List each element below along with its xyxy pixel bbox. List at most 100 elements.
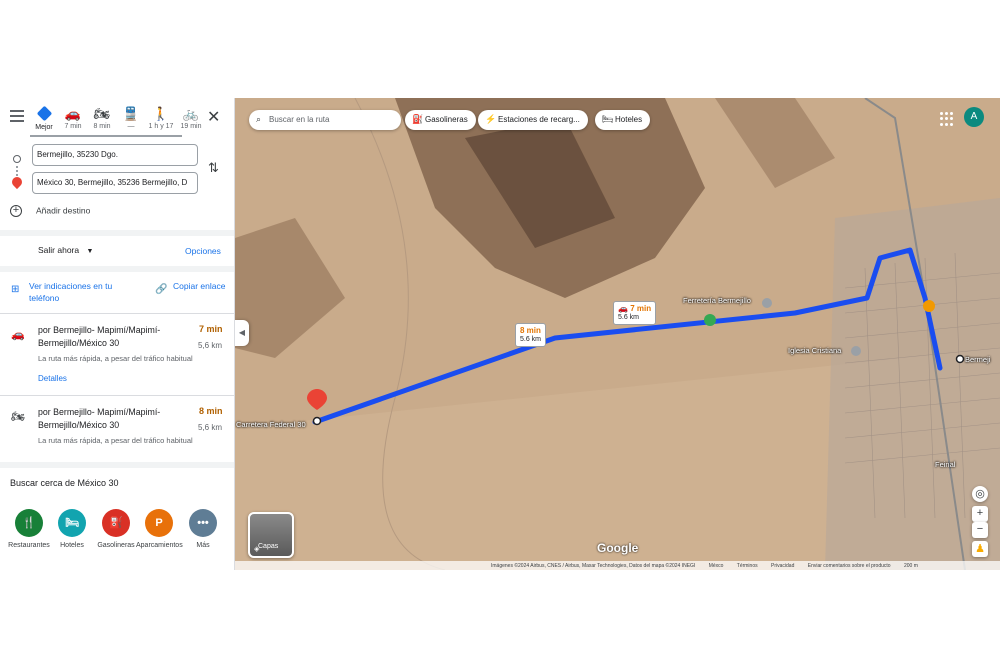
zoom-in-button[interactable]: + (972, 506, 988, 522)
restaurant-icon: 🍴 (15, 509, 43, 537)
divider (0, 230, 234, 236)
motorcycle-icon: 🏍 (11, 411, 25, 423)
gas-station-icon: ⛽ (412, 114, 424, 124)
mode-label: Mejor (35, 124, 53, 131)
copy-link-label: Copiar enlace (173, 281, 226, 291)
feedback-link[interactable]: Enviar comentarios sobre el producto (808, 563, 891, 569)
transit-icon: 🚆 (122, 106, 140, 121)
mode-car[interactable]: 🚗 7 min (58, 106, 88, 132)
divider (0, 462, 234, 468)
callout-time: 🚗 7 min (618, 304, 651, 313)
destination-pin-icon (9, 174, 25, 190)
divider (0, 266, 234, 272)
collapse-panel-button[interactable]: ◀ (235, 320, 249, 346)
mode-label: 8 min (93, 123, 111, 130)
chip-gas-stations[interactable]: ⛽ Gasolineras (405, 110, 476, 130)
nearby-title: Buscar cerca de México 30 (10, 478, 119, 488)
google-logo: Google (597, 541, 639, 555)
plus-icon: + (10, 205, 22, 217)
nearby-label: Aparcamientos (136, 542, 183, 549)
copy-link[interactable]: 🔗 Copiar enlace (155, 280, 228, 295)
hotel-icon: 🛏 (58, 509, 86, 537)
add-destination-label: Añadir destino (36, 205, 91, 216)
route-callout-alt[interactable]: 8 min 5.6 km (515, 323, 547, 347)
map-label-start: Carretera Federal 30 (236, 420, 306, 429)
add-destination-button[interactable]: + Añadir destino (10, 205, 90, 217)
leave-now-label: Salir ahora (38, 245, 80, 255)
nearby-label: Más (196, 542, 210, 549)
motorcycle-icon: 🏍 (93, 106, 111, 121)
satellite-imagery (235, 98, 1000, 570)
nearby-parking[interactable]: P Aparcamientos (136, 509, 183, 550)
route-details-link[interactable]: Detalles (38, 374, 67, 383)
bicycle-icon: 🚲 (182, 106, 200, 121)
route-name: por Bermejillo- Mapimí/Mapimí-Bermejillo… (38, 325, 161, 348)
region-link[interactable]: Méxco (709, 563, 724, 569)
charging-station-icon: ⚡ (485, 114, 497, 124)
zoom-out-button[interactable]: − (972, 522, 988, 538)
route-time: 8 min (199, 406, 223, 416)
route-search-input[interactable]: ⌕ Buscar en la ruta (249, 110, 401, 130)
nearby-more[interactable]: ••• Más (180, 509, 226, 550)
route-note: La ruta más rápida, a pesar del tráfico … (38, 354, 193, 363)
route-dots-icon (16, 166, 18, 176)
swap-icon[interactable]: ⇅ (208, 160, 219, 176)
route-time: 7 min (199, 324, 223, 334)
leave-now-dropdown[interactable]: Salir ahora ▼ (38, 245, 93, 255)
route-note: La ruta más rápida, a pesar del tráfico … (38, 436, 193, 445)
attribution: Imágenes ©2024 Airbus, CNES / Airbus, Ma… (491, 563, 696, 569)
scale-bar[interactable]: 200 m (904, 563, 918, 569)
mode-label: 7 min (64, 123, 82, 130)
route-option[interactable]: 🏍 por Bermejillo- Mapimí/Mapimí-Bermejil… (0, 406, 234, 486)
send-to-phone-link[interactable]: ⊞ Ver indicaciones en tu teléfono (11, 280, 124, 304)
satellite-map[interactable]: ⌕ Buscar en la ruta ⛽ Gasolineras ⚡ Esta… (235, 98, 1000, 570)
terms-link[interactable]: Términos (737, 563, 758, 569)
callout-time-value: 7 min (630, 304, 652, 313)
chevron-down-icon: ▼ (86, 248, 94, 255)
mode-label: 1 h y 17 (148, 123, 174, 130)
car-icon: 🚗 (11, 329, 25, 341)
account-avatar[interactable]: A (964, 107, 984, 127)
layers-button[interactable]: ◈ Capas (248, 512, 294, 558)
pegman-icon[interactable]: ♟ (972, 541, 988, 557)
privacy-link[interactable]: Privacidad (771, 563, 794, 569)
my-location-icon[interactable]: ◎ (972, 486, 988, 502)
map-label-poi: Feinal (935, 460, 956, 469)
options-button[interactable]: Opciones (185, 246, 221, 256)
mode-bicycle[interactable]: 🚲 19 min (176, 106, 206, 132)
car-icon: 🚗 (618, 304, 631, 313)
route-option[interactable]: 🚗 por Bermejillo- Mapimí/Mapimí-Bermejil… (0, 324, 234, 404)
send-to-phone-label: Ver indicaciones en tu teléfono (29, 281, 113, 303)
travel-mode-bar: Mejor 🚗 7 min 🏍 8 min 🚆 — 🚶 1 h y 17 🚲 1… (0, 98, 234, 138)
route-distance: 5,6 km (198, 423, 223, 432)
chip-label: Gasolineras (425, 115, 468, 124)
origin-field[interactable]: Bermejillo, 35230 Dgo. (32, 144, 198, 166)
apps-grid-icon[interactable] (940, 112, 954, 126)
more-icon: ••• (189, 509, 217, 537)
mode-transit[interactable]: 🚆 — (116, 106, 146, 132)
mode-best[interactable]: Mejor (29, 105, 59, 133)
gas-station-icon: ⛽ (102, 509, 130, 537)
search-icon: ⌕ (256, 114, 262, 124)
menu-button[interactable] (10, 110, 24, 122)
mode-label: 19 min (180, 123, 202, 130)
map-label-poi: Iglesia Cristiana (788, 346, 842, 355)
nearby-gas-stations[interactable]: ⛽ Gasolineras (93, 509, 139, 550)
layers-label: ◈ Capas (254, 543, 279, 553)
route-name: por Bermejillo- Mapimí/Mapimí-Bermejillo… (38, 407, 161, 430)
chip-hotels[interactable]: 🛏 Hoteles (595, 110, 651, 130)
nearby-hotels[interactable]: 🛏 Hoteles (49, 509, 95, 550)
nearby-label: Restaurantes (8, 542, 50, 549)
mode-motorcycle[interactable]: 🏍 8 min (87, 106, 117, 132)
destination-field[interactable]: México 30, Bermejillo, 35236 Bermejillo,… (32, 172, 198, 194)
chip-charging-stations[interactable]: ⚡ Estaciones de recarg... (478, 110, 588, 130)
callout-distance: 5.6 km (618, 314, 640, 321)
nearby-restaurants[interactable]: 🍴 Restaurantes (6, 509, 52, 550)
route-callout-primary[interactable]: 🚗 7 min 5.6 km (613, 301, 657, 325)
mode-tab-indicator (30, 135, 182, 137)
mode-walking[interactable]: 🚶 1 h y 17 (146, 106, 176, 132)
close-icon[interactable]: ✕ (207, 107, 220, 127)
divider (0, 313, 234, 314)
directions-panel: Mejor 🚗 7 min 🏍 8 min 🚆 — 🚶 1 h y 17 🚲 1… (0, 98, 235, 570)
nearby-label: Gasolineras (97, 542, 135, 549)
